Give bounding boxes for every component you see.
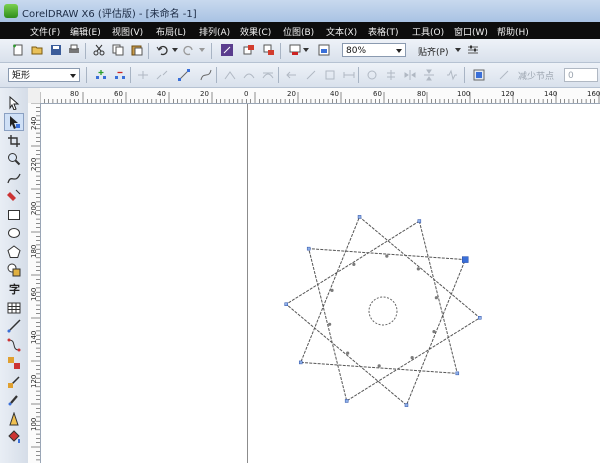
star-node[interactable]	[306, 246, 311, 251]
star-inner-node	[377, 364, 381, 368]
star-node[interactable]	[344, 399, 349, 403]
star-node[interactable]	[478, 316, 482, 320]
star-inner-node	[346, 351, 350, 355]
star-node[interactable]	[417, 219, 422, 223]
star-shape[interactable]	[0, 0, 600, 463]
star-node[interactable]	[284, 302, 288, 306]
star-inner-node	[352, 262, 356, 266]
star-inner-node	[432, 330, 436, 334]
star-inner-node	[328, 322, 332, 326]
star-node[interactable]	[357, 215, 362, 219]
star-inner-node	[410, 356, 414, 360]
star-inner-node	[330, 288, 334, 292]
star-path[interactable]	[285, 216, 481, 406]
star-outline	[285, 216, 481, 406]
star-node[interactable]	[404, 403, 409, 407]
star-inner-node	[434, 296, 438, 300]
star-node[interactable]	[455, 371, 460, 376]
star-center-ring	[368, 296, 398, 326]
star-inner-node	[416, 267, 420, 271]
selected-node[interactable]	[462, 256, 469, 263]
star-node[interactable]	[298, 360, 303, 365]
star-inner-node	[385, 254, 389, 258]
